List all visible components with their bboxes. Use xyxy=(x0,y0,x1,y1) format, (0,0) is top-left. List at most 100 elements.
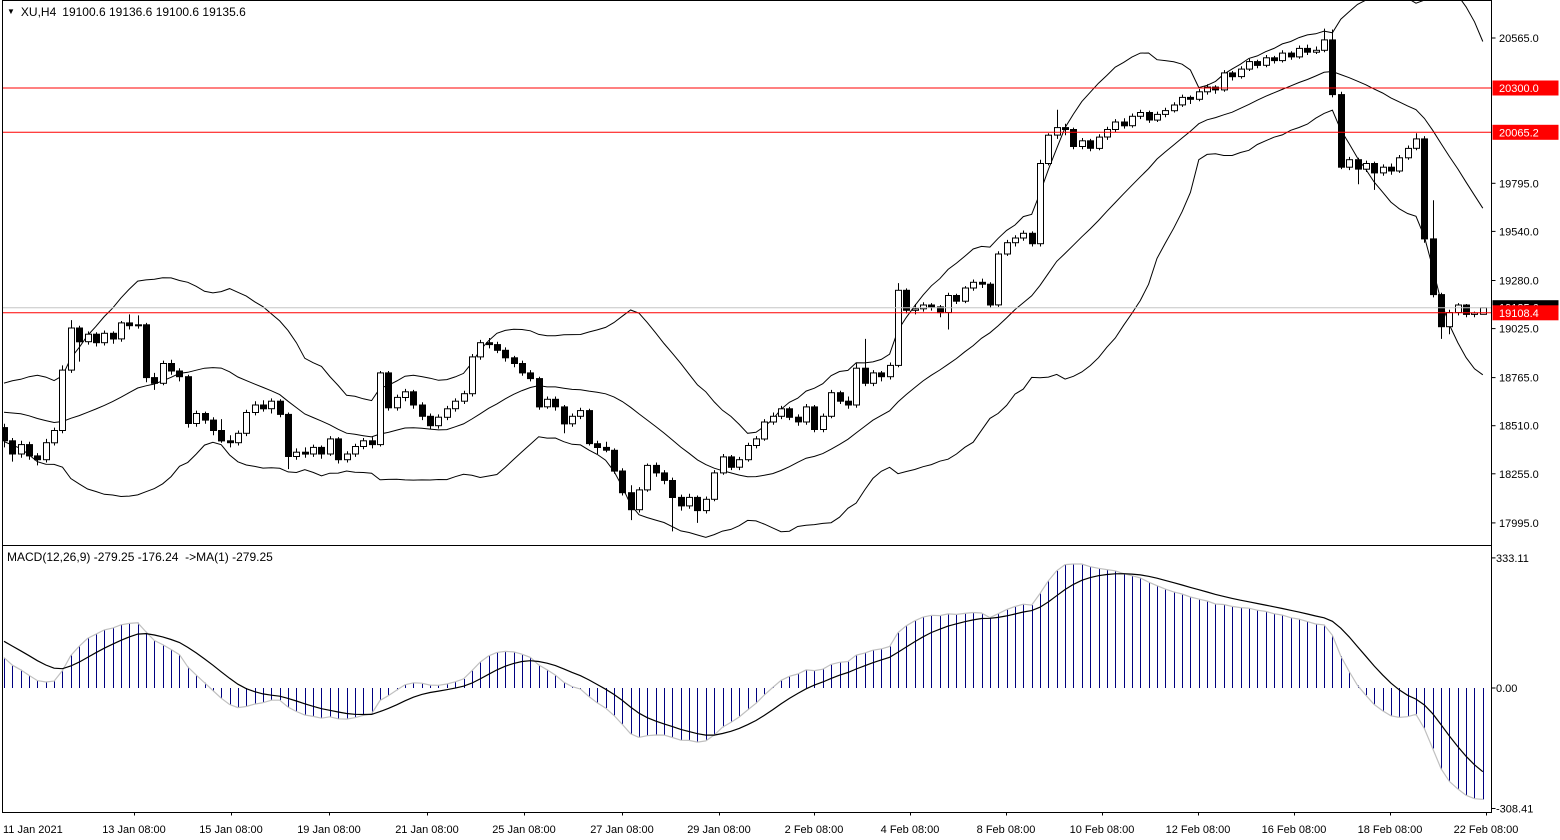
candle-bearish xyxy=(1439,295,1445,327)
price-tick-label: 17995.0 xyxy=(1499,518,1539,530)
candle-bullish xyxy=(1163,111,1169,115)
price-tick-label: 18255.0 xyxy=(1499,469,1539,481)
candle-bearish xyxy=(261,405,267,409)
candle-bullish xyxy=(804,407,810,422)
candle-bearish xyxy=(1063,128,1069,130)
candle-bullish xyxy=(69,328,75,370)
symbol-timeframe-label: XU,H4 xyxy=(21,5,56,19)
candle-bullish xyxy=(746,446,752,460)
candle-bearish xyxy=(303,452,309,454)
candle-bearish xyxy=(152,378,158,384)
candle-bearish xyxy=(1289,53,1295,57)
candle-bullish xyxy=(888,365,894,376)
candle-bullish xyxy=(361,441,367,447)
candle-bullish xyxy=(754,439,760,446)
candle-bullish xyxy=(244,413,250,434)
candle-bearish xyxy=(587,411,593,444)
candle-bullish xyxy=(161,364,167,384)
date-label: 8 Feb 08:00 xyxy=(977,824,1036,836)
candle-bullish xyxy=(1364,164,1370,170)
candle-bearish xyxy=(144,325,150,378)
symbol-dropdown-icon[interactable]: ▼ xyxy=(7,6,15,18)
candle-bearish xyxy=(879,373,885,377)
price-badge-label: 20300.0 xyxy=(1499,83,1539,95)
candle-bearish xyxy=(1431,239,1437,295)
candle-bearish xyxy=(846,401,852,405)
candle-bearish xyxy=(420,405,426,416)
candle-bearish xyxy=(787,409,793,418)
candle-bullish xyxy=(470,357,476,394)
candle-bullish xyxy=(1046,135,1052,163)
candle-bearish xyxy=(988,284,994,305)
candle-bearish xyxy=(10,441,16,454)
candle-bullish xyxy=(645,465,651,490)
macd-tick-label: -308.41 xyxy=(1496,804,1533,816)
candle-bearish xyxy=(553,399,559,407)
candle-bearish xyxy=(1255,62,1261,66)
candle-bearish xyxy=(1088,141,1094,149)
candle-bullish xyxy=(1314,50,1320,52)
candle-bullish xyxy=(19,445,25,454)
candle-bullish xyxy=(687,497,693,506)
price-tick-label: 19540.0 xyxy=(1499,226,1539,238)
candle-bullish xyxy=(1297,48,1303,57)
candle-bearish xyxy=(1030,233,1036,243)
candle-bearish xyxy=(620,471,626,493)
date-label: 25 Jan 08:00 xyxy=(492,824,556,836)
date-label: 4 Feb 08:00 xyxy=(881,824,940,836)
chart-canvas[interactable]: 20565.019795.019540.019280.019025.018765… xyxy=(0,0,1560,840)
candle-bearish xyxy=(211,420,217,430)
candle-bearish xyxy=(662,473,668,481)
candle-bearish xyxy=(1188,97,1194,99)
candle-bullish xyxy=(921,305,927,309)
candle-bearish xyxy=(111,333,117,339)
candle-bullish xyxy=(60,370,66,430)
date-label: 11 Jan 2021 xyxy=(3,824,63,836)
candle-bullish xyxy=(136,325,142,326)
date-label: 13 Jan 08:00 xyxy=(102,824,166,836)
candle-bullish xyxy=(946,296,952,313)
candle-bearish xyxy=(319,447,325,454)
candle-bullish xyxy=(86,334,92,342)
candle-bullish xyxy=(779,409,785,417)
price-tick-label: 20565.0 xyxy=(1499,33,1539,45)
candle-bullish xyxy=(1055,128,1061,136)
candle-bullish xyxy=(854,368,860,405)
candle-bearish xyxy=(228,441,234,443)
candle-bullish xyxy=(236,433,242,442)
price-tick-label: 18510.0 xyxy=(1499,421,1539,433)
candle-bullish xyxy=(1105,130,1111,138)
candle-bullish xyxy=(737,460,743,468)
date-label: 19 Jan 08:00 xyxy=(297,824,361,836)
candle-bullish xyxy=(1447,313,1453,327)
candle-bullish xyxy=(771,416,777,422)
candle-bullish xyxy=(345,454,351,460)
price-tick-label: 19280.0 xyxy=(1499,276,1539,288)
candle-bullish xyxy=(1381,167,1387,173)
candle-bullish xyxy=(378,373,384,445)
candle-bearish xyxy=(186,377,192,424)
candle-bearish xyxy=(1230,73,1236,77)
candle-bearish xyxy=(1356,160,1362,169)
candle-bullish xyxy=(996,254,1002,305)
candle-bearish xyxy=(812,407,818,430)
candle-bullish xyxy=(545,399,551,407)
candle-bearish xyxy=(127,323,133,326)
candle-bearish xyxy=(512,358,518,364)
candle-bearish xyxy=(954,296,960,302)
candle-bullish xyxy=(102,333,108,342)
candle-bullish xyxy=(194,414,200,424)
candle-bearish xyxy=(35,456,41,460)
candle-bullish xyxy=(1021,233,1027,238)
candle-bearish xyxy=(1330,40,1336,95)
candle-bullish xyxy=(445,409,451,418)
candle-bearish xyxy=(27,445,33,456)
candle-bearish xyxy=(94,334,100,343)
candle-bullish xyxy=(570,416,576,424)
candle-bullish xyxy=(1038,164,1044,244)
price-badge-label: 19108.4 xyxy=(1499,308,1539,320)
ohlc-values: 19100.6 19136.6 19100.6 19135.6 xyxy=(62,5,246,19)
candle-bullish xyxy=(1397,158,1403,171)
candle-bearish xyxy=(670,481,676,498)
candle-bullish xyxy=(913,309,919,311)
